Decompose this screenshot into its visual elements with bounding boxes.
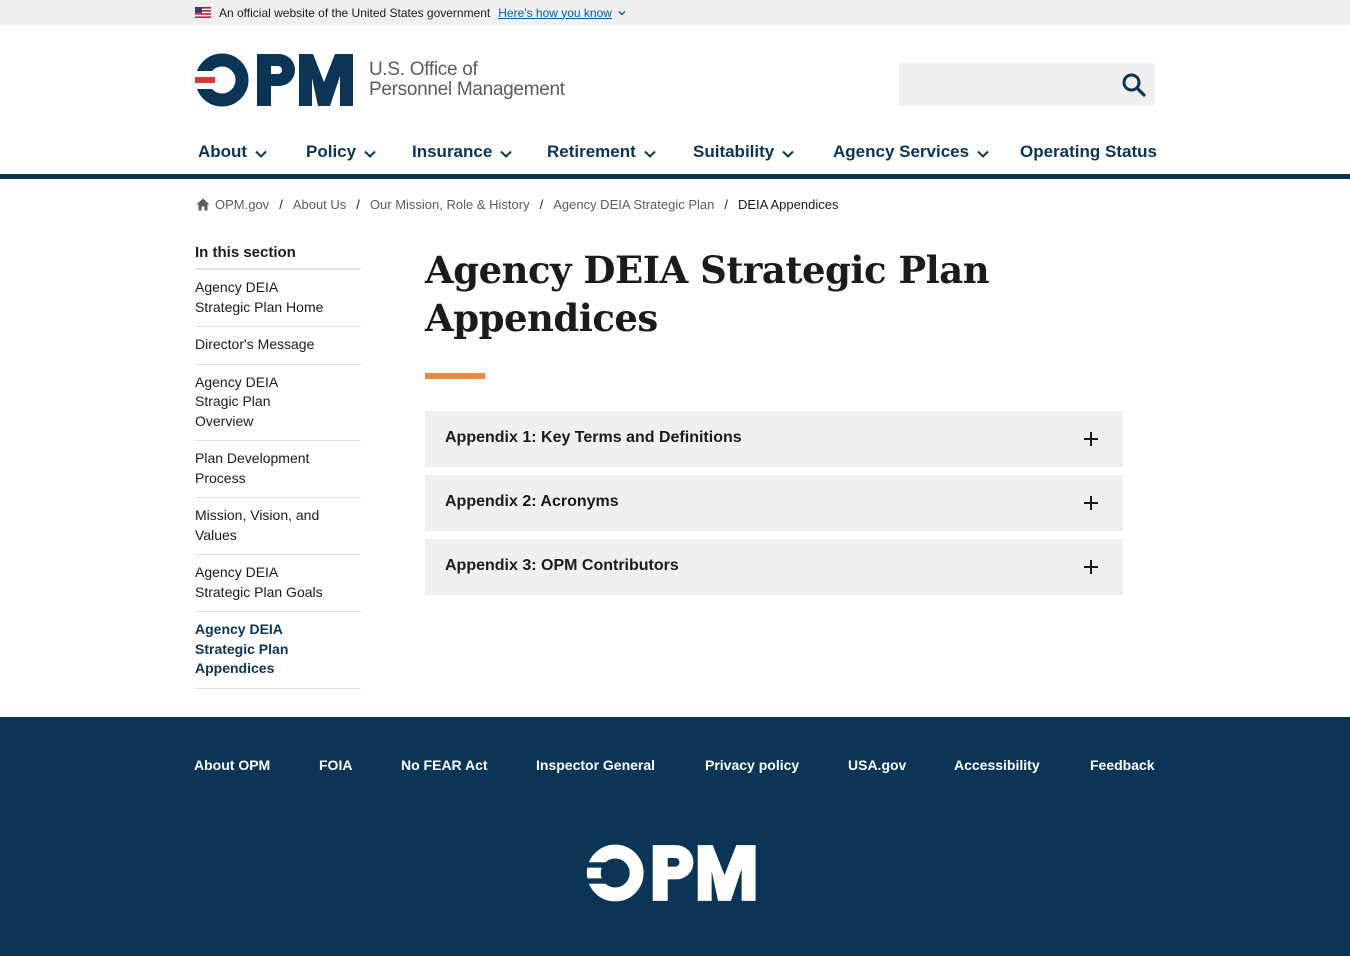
chevron-down-icon bbox=[644, 150, 656, 158]
sidenav-item-plan-appendices[interactable]: Agency DEIA Strategic Plan Appendices bbox=[195, 612, 361, 689]
nav-item-label: Policy bbox=[306, 142, 357, 161]
breadcrumb-current: DEIA Appendices bbox=[737, 196, 839, 212]
accordion-label: Appendix 3: OPM Contributors bbox=[445, 557, 679, 574]
sidenav-item-plan-development[interactable]: Plan Development Process bbox=[195, 441, 361, 498]
chevron-down-icon bbox=[977, 150, 989, 158]
plus-icon bbox=[1084, 496, 1098, 510]
title-accent-bar bbox=[425, 373, 485, 379]
nav-item-agency-services[interactable]: Agency Services bbox=[833, 130, 989, 174]
logo-subtitle: U.S. Office of Personnel Management bbox=[369, 60, 565, 100]
chevron-down-icon bbox=[782, 150, 794, 158]
page-title-line-1: Agency DEIA Strategic Plan bbox=[425, 248, 990, 292]
opm-footer-logo[interactable] bbox=[581, 843, 763, 903]
sidenav-item-line: Agency DEIA bbox=[195, 373, 279, 390]
logo-line-1: U.S. Office of bbox=[369, 59, 478, 80]
chevron-down-icon bbox=[364, 150, 376, 158]
footer-link-usa-gov[interactable]: USA.gov bbox=[848, 757, 906, 773]
home-icon bbox=[196, 198, 210, 210]
page-title: Agency DEIA Strategic Plan Appendices bbox=[425, 246, 1065, 342]
breadcrumb-link-strategic-plan[interactable]: Agency DEIA Strategic Plan bbox=[553, 197, 714, 212]
sidenav-item-line: Strategic Plan Goals bbox=[195, 583, 323, 600]
search-input[interactable] bbox=[899, 63, 1109, 106]
footer-link-accessibility[interactable]: Accessibility bbox=[954, 757, 1040, 773]
sidenav-item-line: Values bbox=[195, 526, 237, 543]
footer-link-feedback[interactable]: Feedback bbox=[1090, 757, 1155, 773]
sidenav-item-directors-message[interactable]: Director's Message bbox=[195, 327, 361, 365]
breadcrumb-separator: / bbox=[356, 196, 360, 212]
sidenav-item-mission-vision[interactable]: Mission, Vision, and Values bbox=[195, 498, 361, 555]
nav-item-label: Operating Status bbox=[1020, 142, 1157, 161]
sidenav-item-line: Plan Development bbox=[195, 450, 310, 466]
accordion-appendix-3[interactable]: Appendix 3: OPM Contributors bbox=[425, 539, 1123, 595]
heres-how-you-know-link[interactable]: Here's how you know bbox=[498, 6, 626, 20]
sidenav-item-line: Stragic Plan bbox=[195, 393, 271, 409]
nav-item-retirement[interactable]: Retirement bbox=[547, 130, 656, 174]
site-footer: About OPM FOIA No FEAR Act Inspector Gen… bbox=[0, 717, 1350, 956]
breadcrumb: OPM.gov / About Us / Our Mission, Role &… bbox=[196, 195, 838, 213]
accordion-label: Appendix 1: Key Terms and Definitions bbox=[445, 429, 742, 446]
us-flag-icon bbox=[195, 7, 211, 18]
footer-link-privacy-policy[interactable]: Privacy policy bbox=[705, 757, 799, 773]
nav-item-suitability[interactable]: Suitability bbox=[693, 130, 794, 174]
heres-how-you-know-label[interactable]: Here's how you know bbox=[498, 6, 612, 20]
gov-banner-text: An official website of the United States… bbox=[219, 5, 491, 20]
footer-link-no-fear-act[interactable]: No FEAR Act bbox=[401, 757, 488, 773]
nav-item-insurance[interactable]: Insurance bbox=[412, 130, 513, 174]
chevron-down-icon bbox=[500, 150, 513, 158]
plus-icon bbox=[1084, 432, 1098, 446]
search-box bbox=[899, 63, 1155, 106]
sidenav-item-line: Process bbox=[195, 469, 246, 486]
chevron-down-icon bbox=[618, 10, 626, 15]
sidenav-item-plan-goals[interactable]: Agency DEIA Strategic Plan Goals bbox=[195, 555, 361, 612]
sidenav-item-line: Appendices bbox=[195, 660, 275, 676]
chevron-down-icon bbox=[255, 150, 267, 158]
breadcrumb-link-opm[interactable]: OPM.gov bbox=[215, 197, 269, 212]
nav-item-label: Retirement bbox=[547, 142, 636, 161]
sidenav-item-line: Strategic Plan Home bbox=[195, 298, 324, 315]
breadcrumb-separator: / bbox=[724, 196, 728, 212]
accordion-appendix-1[interactable]: Appendix 1: Key Terms and Definitions bbox=[425, 411, 1123, 467]
sidenav-item-line: Agency DEIA bbox=[195, 279, 279, 295]
footer-link-about-opm[interactable]: About OPM bbox=[194, 757, 270, 773]
sidenav-item-line: Overview bbox=[195, 412, 254, 429]
sidenav-item-line: Director's Message bbox=[195, 336, 315, 352]
logo-line-2: Personnel Management bbox=[369, 79, 565, 100]
nav-item-policy[interactable]: Policy bbox=[306, 130, 376, 174]
nav-item-label: About bbox=[198, 142, 248, 161]
nav-item-about[interactable]: About bbox=[198, 130, 268, 178]
sidenav-item-line: Mission, Vision, and bbox=[195, 507, 320, 523]
nav-item-label: Agency Services bbox=[833, 142, 970, 161]
plus-icon bbox=[1084, 560, 1098, 574]
sidenav-item-plan-home[interactable]: Agency DEIA Strategic Plan Home bbox=[195, 270, 361, 327]
accordion-appendix-2[interactable]: Appendix 2: Acronyms bbox=[425, 475, 1123, 531]
primary-nav: About Policy Insurance Retirement Suitab… bbox=[0, 130, 1350, 178]
search-icon[interactable] bbox=[1121, 72, 1147, 98]
breadcrumb-link-about-us[interactable]: About Us bbox=[293, 197, 346, 212]
nav-item-label: Suitability bbox=[693, 142, 775, 161]
opm-logo-mark bbox=[195, 53, 353, 107]
nav-item-operating-status[interactable]: Operating Status bbox=[1020, 130, 1157, 174]
sidenav-item-plan-overview[interactable]: Agency DEIA Stragic Plan Overview bbox=[195, 365, 361, 441]
breadcrumb-separator: / bbox=[279, 196, 283, 212]
sidenav-title: In this section bbox=[195, 244, 361, 270]
footer-link-foia[interactable]: FOIA bbox=[319, 757, 352, 773]
nav-divider bbox=[0, 174, 1350, 179]
breadcrumb-separator: / bbox=[539, 196, 544, 212]
footer-link-inspector-general[interactable]: Inspector General bbox=[536, 757, 655, 773]
accordion-label: Appendix 2: Acronyms bbox=[445, 493, 619, 510]
opm-logo[interactable]: U.S. Office of Personnel Management bbox=[195, 52, 565, 108]
gov-banner: An official website of the United States… bbox=[0, 0, 1350, 25]
page-title-line-2: Appendices bbox=[425, 296, 658, 340]
sidenav-item-line: Strategic Plan bbox=[195, 640, 289, 657]
sidenav-item-line: Agency DEIA bbox=[195, 564, 279, 580]
breadcrumb-link-mission[interactable]: Our Mission, Role & History bbox=[370, 197, 530, 212]
nav-item-label: Insurance bbox=[412, 142, 493, 161]
sidenav-item-line: Agency DEIA bbox=[195, 621, 283, 637]
section-sidenav: In this section Agency DEIA Strategic Pl… bbox=[195, 244, 361, 689]
